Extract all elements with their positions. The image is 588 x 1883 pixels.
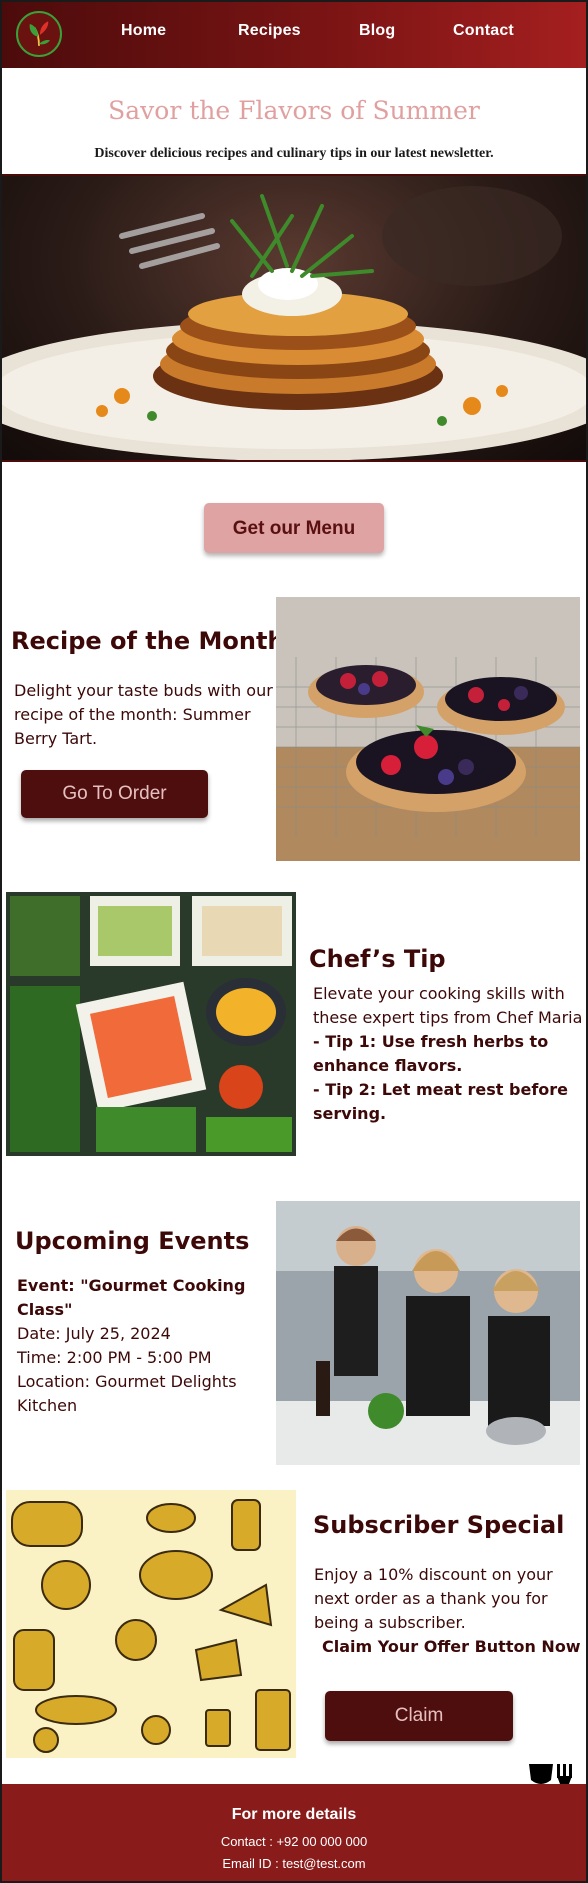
events-details: Event: "Gourmet Cooking Class" Date: Jul… <box>17 1274 257 1418</box>
plant-logo-icon[interactable] <box>16 11 62 57</box>
nav-contact[interactable]: Contact <box>453 22 514 40</box>
event-date: Date: July 25, 2024 <box>17 1324 171 1343</box>
hero-potato-stack-illustration <box>2 186 586 460</box>
chef-tip-1: - Tip 1: Use fresh herbs to enhance flav… <box>313 1032 549 1075</box>
subscriber-text: Enjoy a 10% discount on your next order … <box>314 1565 553 1632</box>
chef-tip-text: Elevate your cooking skills with these e… <box>313 982 585 1126</box>
get-menu-button[interactable]: Get our Menu <box>204 503 384 553</box>
newsletter-header: Savor the Flavors of Summer Discover del… <box>2 70 586 176</box>
footer: For more details Contact : +92 00 000 00… <box>2 1784 586 1881</box>
vegetable-platter-image <box>6 892 296 1156</box>
cooking-class-image <box>276 1201 580 1465</box>
nav-recipes[interactable]: Recipes <box>238 22 301 40</box>
footer-contact: Contact : +92 00 000 000 <box>220 1834 368 1849</box>
food-doodle-image <box>6 1490 296 1758</box>
cooking-class-illustration <box>276 1201 580 1465</box>
subscriber-cta: Claim Your Offer Button Now <box>322 1637 581 1656</box>
vegetable-platter-illustration <box>6 892 296 1156</box>
berry-tart-illustration <box>276 597 580 861</box>
page-subtitle: Discover delicious recipes and culinary … <box>94 146 494 161</box>
events-title: Upcoming Events <box>15 1227 250 1255</box>
footer-email[interactable]: Email ID : test@test.com <box>2 1856 586 1871</box>
recipe-title: Recipe of the Month <box>11 627 285 655</box>
nav-home[interactable]: Home <box>121 22 166 40</box>
event-name: Event: "Gourmet Cooking Class" <box>17 1276 246 1319</box>
page-title: Savor the Flavors of Summer <box>108 96 480 125</box>
hero-image <box>2 176 586 462</box>
claim-button[interactable]: Claim <box>325 1691 513 1741</box>
go-to-order-button[interactable]: Go To Order <box>21 770 208 818</box>
event-location: Location: Gourmet Delights Kitchen <box>17 1372 237 1415</box>
nav-blog[interactable]: Blog <box>359 22 395 40</box>
chef-tip-title: Chef’s Tip <box>309 945 446 973</box>
food-doodle-illustration <box>6 1490 296 1758</box>
footer-title: For more details <box>231 1806 357 1823</box>
berry-tart-image <box>276 597 580 861</box>
subscriber-title: Subscriber Special <box>313 1511 565 1539</box>
chef-tip-2: - Tip 2: Let meat rest before serving. <box>313 1080 569 1123</box>
chef-tip-intro: Elevate your cooking skills with these e… <box>313 984 583 1027</box>
recipe-text: Delight your taste buds with our recipe … <box>14 681 273 748</box>
top-navigation: Home Recipes Blog Contact <box>2 2 586 68</box>
event-time: Time: 2:00 PM - 5:00 PM <box>17 1348 212 1367</box>
